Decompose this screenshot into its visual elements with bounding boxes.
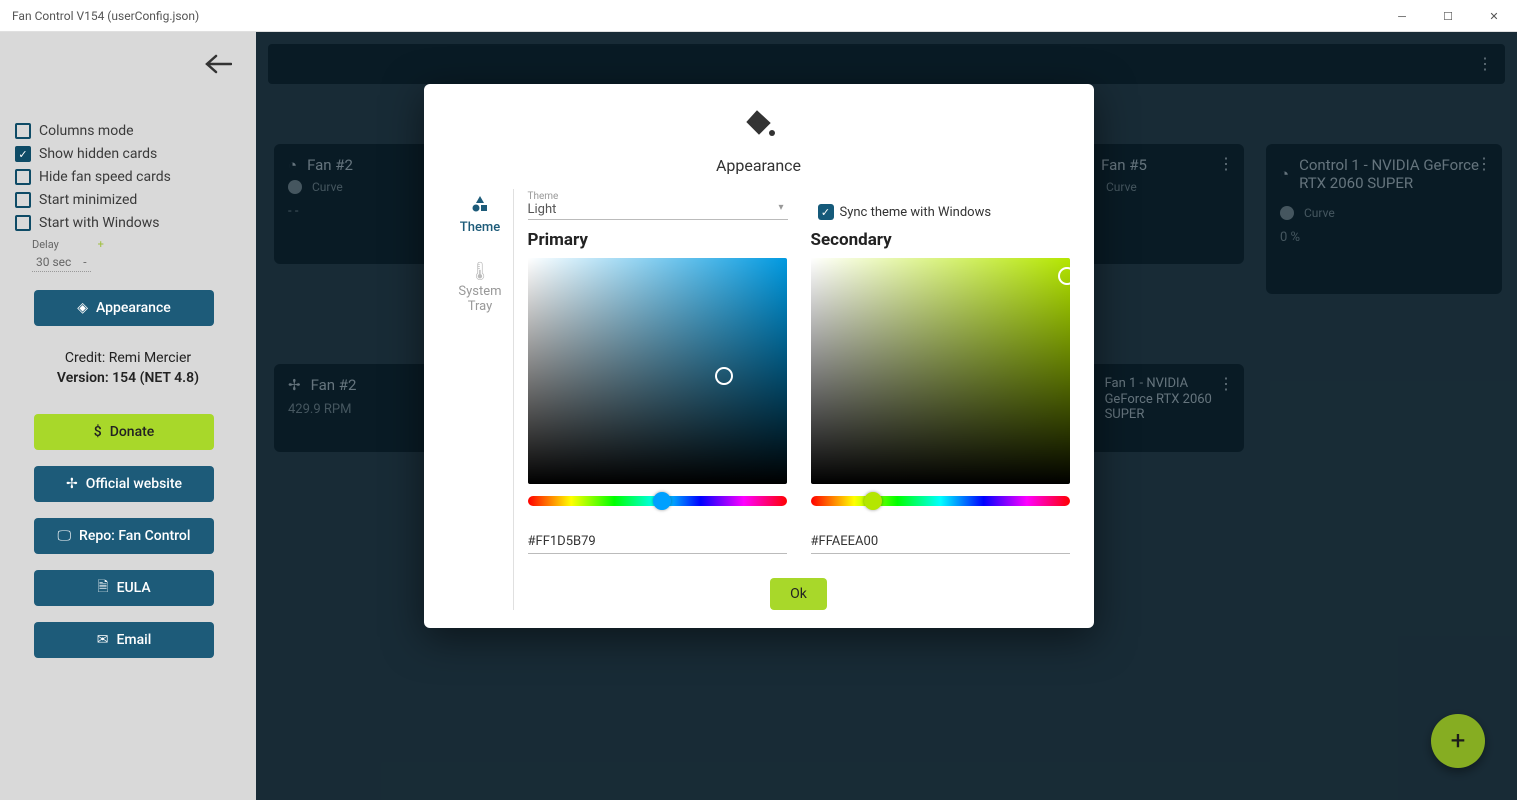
thermometer-icon: 🌡 <box>448 261 513 282</box>
ok-button[interactable]: Ok <box>770 578 827 610</box>
primary-color-picker: Primary <box>528 230 787 554</box>
shapes-icon <box>448 195 513 218</box>
modal-tabs: Theme 🌡 System Tray <box>448 189 514 610</box>
primary-hex-input[interactable] <box>528 530 787 554</box>
secondary-hex-input[interactable] <box>811 530 1070 554</box>
hue-thumb[interactable] <box>653 492 671 510</box>
hue-thumb[interactable] <box>864 492 882 510</box>
tab-system-tray[interactable]: 🌡 System Tray <box>448 261 513 314</box>
sv-cursor[interactable] <box>1058 267 1076 285</box>
theme-select-value: Light <box>528 202 788 217</box>
primary-sv-canvas[interactable] <box>528 258 787 484</box>
tab-theme[interactable]: Theme <box>448 195 513 235</box>
secondary-hue-slider[interactable] <box>811 496 1070 506</box>
secondary-color-picker: Secondary <box>811 230 1070 554</box>
secondary-sv-canvas[interactable] <box>811 258 1070 484</box>
primary-heading: Primary <box>528 230 787 250</box>
sync-theme-label: Sync theme with Windows <box>840 205 992 220</box>
theme-select-dropdown[interactable]: Theme Light ▾ <box>528 189 788 220</box>
chevron-down-icon: ▾ <box>778 202 783 213</box>
sv-cursor[interactable] <box>715 367 733 385</box>
modal-title: Appearance <box>448 156 1070 175</box>
sync-theme-checkbox[interactable]: ✓ Sync theme with Windows <box>818 204 992 220</box>
appearance-modal: Appearance Theme 🌡 System Tray Th <box>424 84 1094 628</box>
checkbox-icon: ✓ <box>818 204 834 220</box>
secondary-heading: Secondary <box>811 230 1070 250</box>
primary-hue-slider[interactable] <box>528 496 787 506</box>
modal-backdrop[interactable]: Appearance Theme 🌡 System Tray Th <box>0 0 1517 800</box>
theme-select-label: Theme <box>528 191 788 202</box>
paint-bucket-icon <box>448 108 1070 150</box>
